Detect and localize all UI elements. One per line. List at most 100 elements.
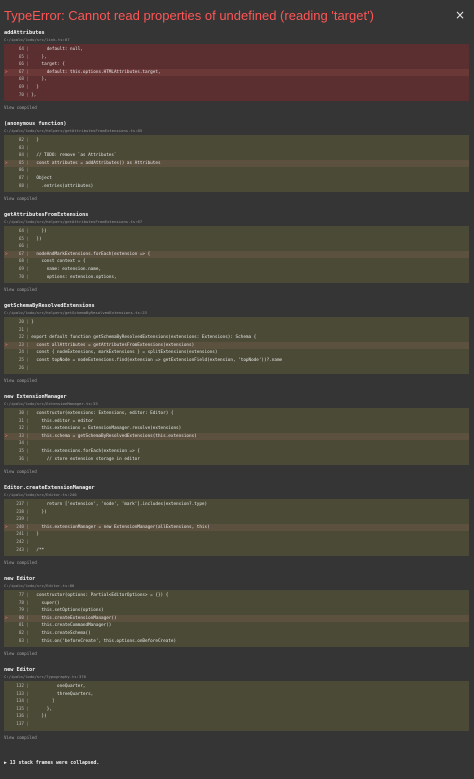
code-line: 69 | name: extension.name, — [4, 266, 469, 274]
error-line-marker: > — [5, 160, 8, 166]
view-compiled-link[interactable]: View compiled — [4, 651, 37, 656]
line-number: 22 — [18, 335, 24, 341]
stack-frame-path[interactable]: C:/ipalo/lodo/src/link.ts:67 — [4, 37, 70, 42]
line-number: 24 — [18, 350, 24, 356]
code-text: } — [31, 138, 39, 143]
code-line: 135 | }, — [4, 706, 469, 714]
stack-frame-path[interactable]: C:/ipalo/lodo/src/Editor.ts:80 — [4, 583, 74, 588]
code-line: 83 | — [4, 145, 469, 153]
stack-frame-name: new Editor — [4, 576, 36, 582]
line-number: 68 — [18, 259, 24, 265]
view-compiled-link[interactable]: View compiled — [4, 560, 37, 565]
stack-frame-path[interactable]: C:/ipalo/lodo/src/helpers/getAttributesF… — [4, 128, 142, 133]
code-text: oneQuarter, — [31, 684, 86, 689]
code-text: this.extensions = ExtensionManager.resol… — [31, 426, 182, 432]
stack-frame-path[interactable]: C:/ipalo/lodo/src/Typography.ts:370 — [4, 674, 86, 679]
code-line: 66 | — [4, 243, 469, 251]
code-line: 243 | /** — [4, 547, 469, 555]
close-icon[interactable]: × — [455, 9, 465, 21]
stack-frame-name: (anonymous function) — [4, 121, 67, 127]
code-text: this.editor = editor — [31, 418, 94, 424]
gutter-separator: | — [26, 327, 32, 333]
gutter-separator: | — [26, 145, 32, 151]
error-line-marker: > — [5, 615, 8, 621]
view-compiled-link[interactable]: View compiled — [4, 469, 37, 474]
code-text: nodeAndMarkExtensions.forEach(extension … — [31, 251, 151, 257]
line-number: 68 — [18, 77, 24, 83]
view-compiled-link[interactable]: View compiled — [4, 287, 37, 292]
gutter-separator: | — [26, 539, 32, 545]
code-line: 83 | this.on('beforeCreate', this.options… — [4, 638, 469, 646]
line-number: 35 — [18, 448, 24, 454]
stack-frame-path[interactable]: C:/ipalo/lodo/src/helpers/getAttributesF… — [4, 219, 142, 224]
code-text: // store extension storage in editor — [31, 456, 140, 462]
code-line: 239 | — [4, 516, 469, 524]
code-line: 31 | this.editor = editor — [4, 418, 469, 426]
code-line-highlighted: >33 | this.schema = getSchemaByResolvedEx… — [4, 432, 469, 441]
code-line-highlighted: >23 | const allAttributes = getAttributes… — [4, 341, 469, 350]
code-text: this.extensions.forEach(extension => { — [31, 448, 140, 454]
stack-frame-name: new Editor — [4, 667, 36, 673]
code-line: 133 | threeQuarters, — [4, 691, 469, 699]
code-snippet: 77 | constructor(options: Partial<EditorO… — [4, 590, 469, 648]
code-snippet: 64 | default: null, 65 | }, 66 | target: {>67… — [4, 44, 469, 102]
code-line: 24 | const { nodeExtensions, markExtensio… — [4, 349, 469, 357]
line-number: 70 — [18, 92, 24, 98]
error-title: TypeError: Cannot read properties of und… — [4, 8, 374, 23]
code-line: 35 | this.extensions.forEach(extension =>… — [4, 448, 469, 456]
line-number: 87 — [18, 175, 24, 181]
code-snippet: 82 | } 83 | 84 | // TODO: remove `as Attribu… — [4, 135, 469, 193]
line-number: 79 — [18, 608, 24, 614]
line-number: 26 — [18, 365, 24, 371]
code-line: 64 | }) — [4, 228, 469, 236]
code-line: 79 | this.setOptions(options) — [4, 607, 469, 615]
code-snippet: 30 | constructor(extensions: Extensions, … — [4, 408, 469, 466]
code-line-highlighted: >67 | default: this.options.HTMLAttribute… — [4, 68, 469, 77]
gutter-separator: | — [26, 441, 32, 447]
stack-frame-name: getAttributesFromExtensions — [4, 212, 89, 218]
stack-frame-path[interactable]: C:/ipalo/lodo/src/helpers/getSchemaByRes… — [4, 310, 147, 315]
line-number: 69 — [18, 84, 24, 90]
error-line-marker: > — [5, 342, 8, 348]
view-compiled-link[interactable]: View compiled — [4, 196, 37, 201]
code-line: 32 | this.extensions = ExtensionManager.r… — [4, 425, 469, 433]
view-compiled-link[interactable]: View compiled — [4, 378, 37, 383]
code-line-highlighted: >240 | this.extensionManager = new Extens… — [4, 523, 469, 532]
code-line: 21 | — [4, 327, 469, 335]
code-line: 69 | } — [4, 84, 469, 92]
stack-frame-path[interactable]: C:/ipalo/lodo/src/Editor.ts:240 — [4, 492, 77, 497]
code-text: const context = { — [31, 259, 86, 265]
error-header: TypeError: Cannot read properties of und… — [0, 0, 474, 29]
code-text: return ['extension', 'node', 'mark'].inc… — [31, 502, 208, 507]
code-line: 66 | target: { — [4, 61, 469, 69]
code-text: Object — [31, 175, 52, 181]
code-line: 242 | — [4, 539, 469, 547]
code-line-highlighted: >85 | const attributes = addAttributes() … — [4, 159, 469, 168]
code-text: options: extension.options, — [31, 274, 117, 280]
line-number: 83 — [18, 638, 24, 644]
line-number: 84 — [18, 153, 24, 159]
stack-frame-name: getSchemaByResolvedExtensions — [4, 303, 95, 309]
line-number: 31 — [18, 418, 24, 424]
code-line: 70 | }, — [4, 92, 469, 100]
collapsed-frames-toggle[interactable]: ▶ 13 stack frames were collapsed. — [4, 761, 99, 767]
error-line-marker: > — [5, 251, 8, 257]
line-number: 135 — [16, 706, 24, 712]
code-text: default: this.options.HTMLAttributes.tar… — [31, 69, 161, 75]
code-text: target: { — [31, 62, 65, 68]
stack-frame-name: addAttributes — [4, 30, 45, 36]
code-line: 81 | this.createCommandManager() — [4, 622, 469, 630]
line-number: 21 — [18, 327, 24, 333]
gutter-separator: | — [26, 365, 32, 371]
error-line-marker: > — [5, 69, 8, 75]
line-number: 34 — [18, 441, 24, 447]
code-text: this.createCommandManager() — [31, 623, 112, 629]
code-line: 77 | constructor(options: Partial<EditorO… — [4, 592, 469, 600]
line-number: 78 — [18, 600, 24, 606]
code-line: 20 | } — [4, 319, 469, 327]
line-number: 237 — [16, 502, 24, 507]
view-compiled-link[interactable]: View compiled — [4, 735, 37, 740]
code-line: 30 | constructor(extensions: Extensions, … — [4, 410, 469, 418]
stack-frame-path[interactable]: C:/ipalo/lodo/src/ExtensionManager.ts:33 — [4, 401, 98, 406]
view-compiled-link[interactable]: View compiled — [4, 105, 37, 110]
